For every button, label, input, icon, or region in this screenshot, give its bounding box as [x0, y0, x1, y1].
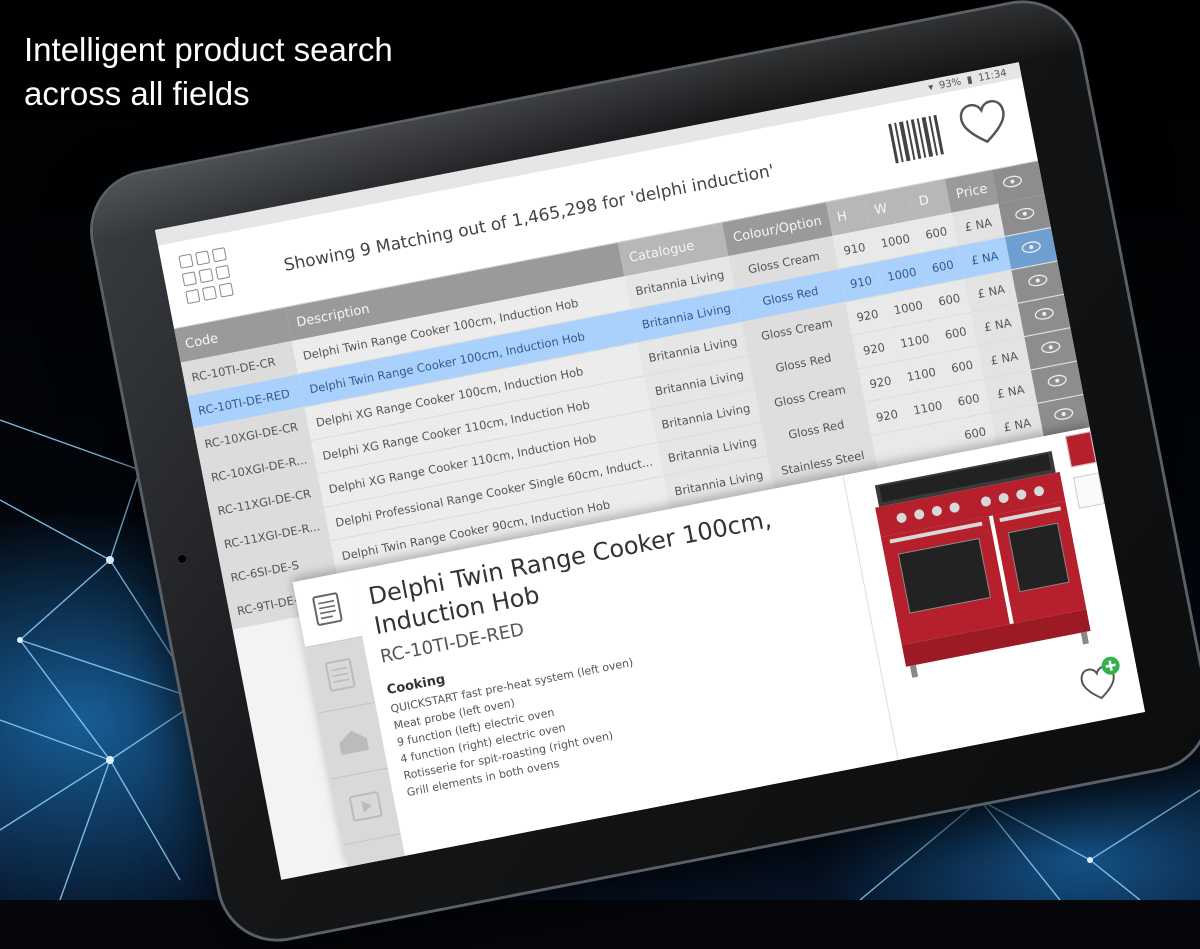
eye-icon: [1040, 341, 1060, 354]
wifi-icon: ▾: [927, 81, 935, 94]
eye-icon: [1053, 408, 1073, 420]
product-image-range-cooker[interactable]: [864, 441, 1100, 685]
thumbnail-alt[interactable]: [1072, 472, 1105, 509]
document-icon: [312, 592, 343, 626]
eye-icon: [1002, 175, 1023, 188]
grid-icon[interactable]: [178, 247, 237, 306]
battery-icon: ▮: [965, 73, 974, 86]
headline: Intelligent product search across all fi…: [24, 28, 393, 116]
eye-icon: [1014, 207, 1034, 220]
battery-level: 93%: [938, 76, 963, 92]
barcode-icon[interactable]: [885, 110, 947, 167]
eye-icon: [1047, 374, 1067, 387]
tab-gallery[interactable]: [318, 702, 388, 780]
eye-icon: [1034, 308, 1054, 320]
house-icon: [339, 730, 370, 756]
tab-description[interactable]: [292, 571, 363, 648]
tab-specifications[interactable]: [305, 636, 376, 714]
eye-icon: [1021, 241, 1041, 254]
heart-icon[interactable]: [953, 91, 1014, 152]
headline-line-1: Intelligent product search: [24, 31, 393, 68]
spec-sheet-icon: [325, 658, 356, 692]
headline-line-2: across all fields: [24, 75, 250, 112]
eye-icon: [1027, 274, 1047, 287]
camera-icon: [175, 551, 190, 566]
play-icon: [349, 791, 383, 822]
thumbnail-front[interactable]: [1064, 431, 1097, 468]
add-to-favourites-icon[interactable]: [1074, 654, 1128, 706]
tab-video[interactable]: [331, 768, 401, 846]
